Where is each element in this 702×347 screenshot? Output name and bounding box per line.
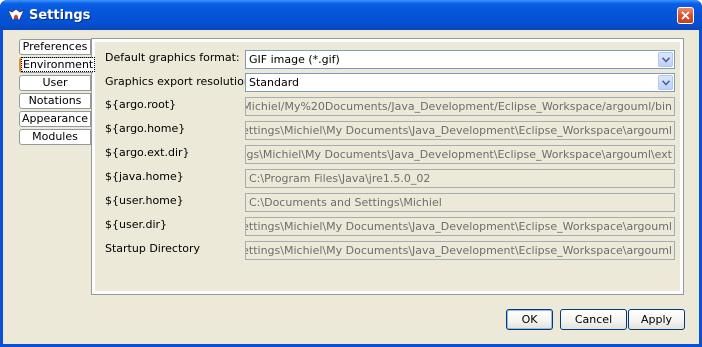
tab-appearance[interactable]: Appearance <box>19 111 91 127</box>
close-button[interactable] <box>677 7 694 24</box>
dialog-body: Preferences Environment User Notations A… <box>3 30 699 344</box>
title-bar[interactable]: Settings <box>0 0 702 30</box>
apply-button[interactable]: Apply <box>628 309 685 330</box>
user-dir-field[interactable]: ts and Settings\Michiel\My Documents\Jav… <box>245 217 675 236</box>
export-resolution-value: Standard <box>249 76 300 89</box>
user-home-field[interactable]: C:\Documents and Settings\Michiel <box>245 193 675 212</box>
argouml-logo-icon <box>7 8 25 22</box>
tab-modules[interactable]: Modules <box>19 129 91 145</box>
export-resolution-label: Graphics export resolution: <box>105 75 255 88</box>
graphics-format-select[interactable]: GIF image (*.gif) <box>245 50 675 69</box>
graphics-format-value: GIF image (*.gif) <box>249 53 340 66</box>
chevron-down-icon <box>662 57 670 63</box>
startup-directory-label: Startup Directory <box>105 242 201 255</box>
tab-user[interactable]: User <box>19 75 91 91</box>
java-home-value: C:\Program Files\Java\jre1.5.0_02 <box>249 172 431 185</box>
environment-panel: Default graphics format: GIF image (*.gi… <box>91 38 684 295</box>
startup-directory-value: ts and Settings\Michiel\My Documents\Jav… <box>245 244 672 257</box>
cancel-button[interactable]: Cancel <box>560 309 627 330</box>
chevron-down-icon <box>662 80 670 86</box>
argo-ext-dir-field[interactable]: nd Settings\Michiel\My Documents\Java_De… <box>245 145 675 164</box>
tab-notations[interactable]: Notations <box>19 93 91 109</box>
user-dir-value: ts and Settings\Michiel\My Documents\Jav… <box>245 220 672 233</box>
java-home-field[interactable]: C:\Program Files\Java\jre1.5.0_02 <box>245 169 675 188</box>
user-dir-label: ${user.dir} <box>105 218 168 231</box>
settings-window: Settings Preferences Environment User No… <box>0 0 702 347</box>
close-icon <box>681 11 690 20</box>
argo-ext-dir-label: ${argo.ext.dir} <box>105 146 190 159</box>
graphics-format-dropdown-button[interactable] <box>658 52 673 67</box>
environment-form: Default graphics format: GIF image (*.gi… <box>95 42 680 291</box>
argo-home-value: ts and Settings\Michiel\My Documents\Jav… <box>245 124 672 137</box>
export-resolution-dropdown-button[interactable] <box>658 75 673 90</box>
user-home-value: C:\Documents and Settings\Michiel <box>249 196 442 209</box>
java-home-label: ${java.home} <box>105 170 184 183</box>
tab-preferences[interactable]: Preferences <box>19 39 91 55</box>
argo-home-field[interactable]: ts and Settings\Michiel\My Documents\Jav… <box>245 121 675 140</box>
graphics-format-label: Default graphics format: <box>105 51 240 64</box>
window-title: Settings <box>29 8 91 23</box>
argo-root-value: Settings/Michiel/My%20Documents/Java_Dev… <box>245 100 672 113</box>
ok-button[interactable]: OK <box>506 309 553 330</box>
argo-home-label: ${argo.home} <box>105 122 186 135</box>
argo-ext-dir-value: nd Settings\Michiel\My Documents\Java_De… <box>246 148 672 161</box>
tab-environment[interactable]: Environment <box>19 57 96 73</box>
argo-root-field[interactable]: Settings/Michiel/My%20Documents/Java_Dev… <box>245 97 675 116</box>
export-resolution-select[interactable]: Standard <box>245 73 675 92</box>
user-home-label: ${user.home} <box>105 194 184 207</box>
argo-root-label: ${argo.root} <box>105 98 177 111</box>
startup-directory-field[interactable]: ts and Settings\Michiel\My Documents\Jav… <box>245 241 675 260</box>
